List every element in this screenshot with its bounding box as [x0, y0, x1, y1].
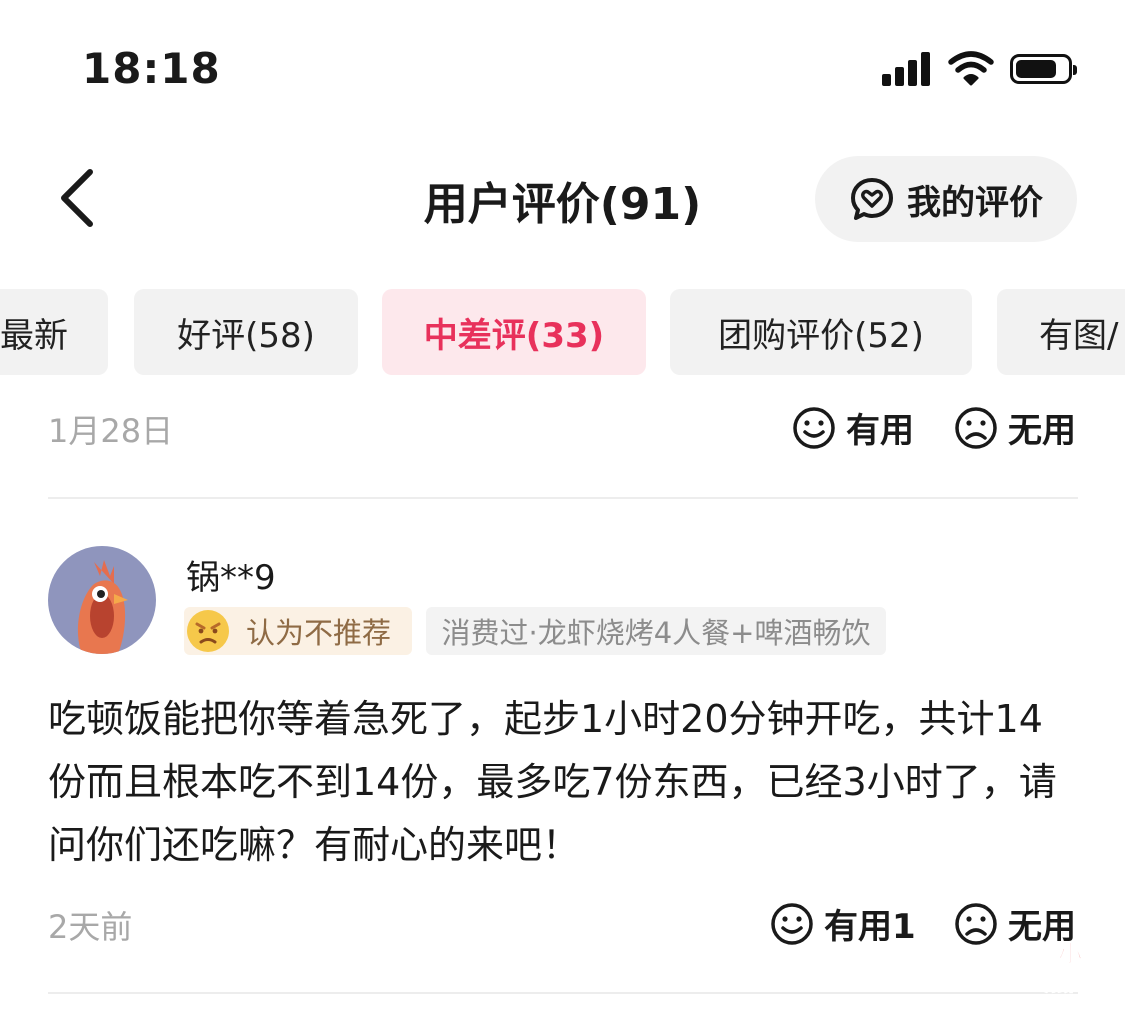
- tab-label: 中差评(33): [423, 315, 605, 356]
- tab-label: 团购评价(52): [718, 315, 924, 356]
- my-review-label: 我的评价: [907, 182, 1043, 223]
- my-review-button[interactable]: 我的评价: [815, 156, 1077, 242]
- tab-label: 有图/: [1039, 315, 1119, 356]
- status-time: 18:18: [82, 44, 221, 93]
- recommend-tag-label: 认为不推荐: [246, 616, 392, 650]
- tab-with-photos[interactable]: 有图/: [997, 289, 1125, 375]
- review-time: 2天前: [48, 908, 133, 946]
- battery-icon: [1010, 54, 1077, 84]
- review-content: 吃顿饭能把你等着急死了，起步1小时20分钟开吃，共计14份而且根本吃不到14份，…: [48, 697, 1057, 867]
- tab-label: 好评(58): [177, 315, 315, 356]
- not-recommend-tag: 认为不推荐: [184, 607, 412, 655]
- useful-label: 有用1: [824, 907, 916, 947]
- tab-group-buy[interactable]: 团购评价(52): [670, 289, 972, 375]
- tab-latest[interactable]: 最新: [0, 289, 108, 375]
- useless-label: 无用: [1008, 411, 1076, 451]
- frown-icon: [955, 406, 997, 449]
- consumed-package-label: 消费过·龙虾烧烤4人餐+啤酒畅饮: [441, 616, 871, 650]
- consumed-package-tag[interactable]: 消费过·龙虾烧烤4人餐+啤酒畅饮: [426, 607, 886, 655]
- svg-text:啊小: 啊小: [1034, 940, 1082, 968]
- divider: [48, 497, 1078, 499]
- avatar[interactable]: [48, 546, 156, 654]
- smile-icon: [771, 902, 813, 945]
- review-date: 1月28日: [48, 412, 174, 450]
- useless-button[interactable]: 无用: [954, 403, 1076, 452]
- useful-button[interactable]: 有用1: [770, 899, 916, 948]
- watermark-logo: 啊小 热门: [1034, 940, 1093, 997]
- tab-positive[interactable]: 好评(58): [134, 289, 358, 375]
- frown-icon: [955, 902, 997, 945]
- angry-face-icon: [187, 610, 229, 652]
- wifi-icon: [948, 51, 994, 86]
- smile-icon: [793, 406, 835, 449]
- rooster-avatar-icon: [77, 560, 128, 654]
- heart-chat-icon: [851, 178, 893, 220]
- username: 锅**9: [186, 558, 276, 598]
- tab-neutral-negative[interactable]: 中差评(33): [382, 289, 646, 375]
- divider: [48, 992, 1078, 994]
- cellular-signal-icon: [882, 52, 932, 86]
- tab-label: 最新: [0, 315, 68, 356]
- useful-button[interactable]: 有用: [792, 403, 914, 452]
- svg-text:热门: 热门: [1044, 968, 1092, 996]
- useful-label: 有用: [846, 411, 914, 451]
